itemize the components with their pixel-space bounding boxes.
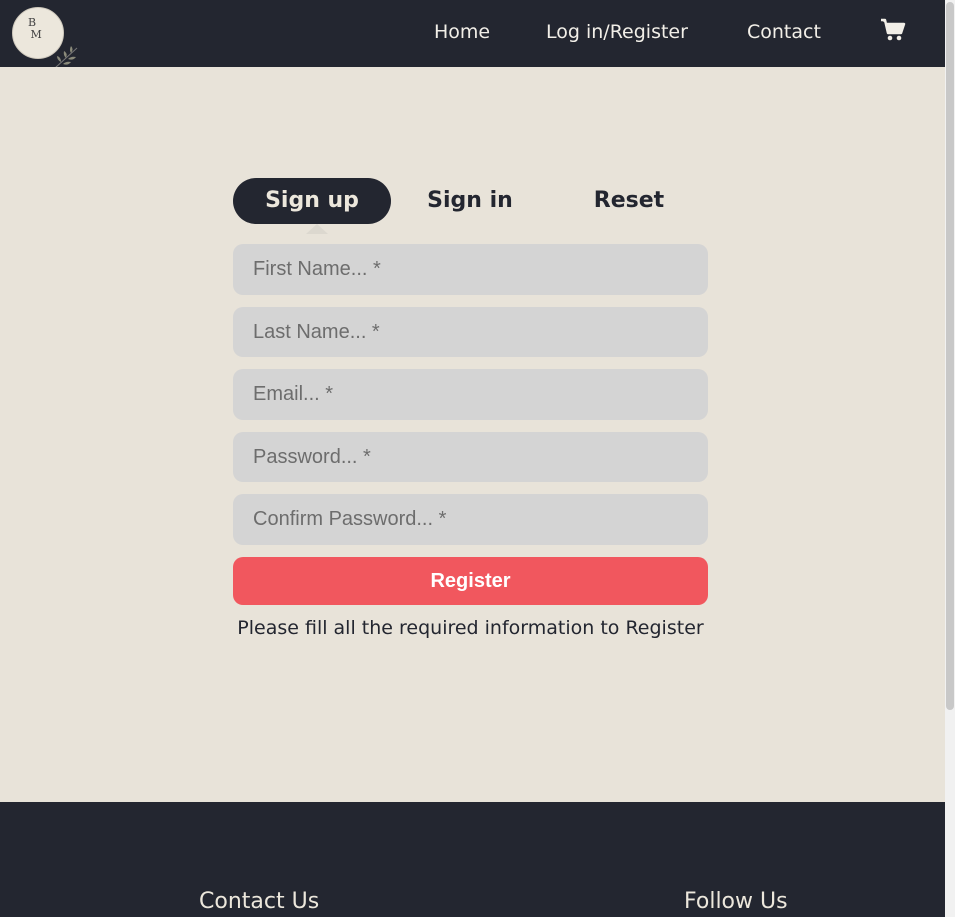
active-tab-pointer xyxy=(306,224,328,234)
tab-reset[interactable]: Reset xyxy=(550,178,708,224)
tab-sign-up[interactable]: Sign up xyxy=(233,178,391,224)
shopping-cart-icon[interactable] xyxy=(880,18,906,42)
email-input[interactable] xyxy=(233,369,708,420)
form-hint-text: Please fill all the required information… xyxy=(237,617,704,639)
nav-login-register-link[interactable]: Log in/Register xyxy=(546,18,688,46)
brand-logo[interactable]: B M xyxy=(12,7,78,69)
tab-sign-in[interactable]: Sign in xyxy=(391,178,549,224)
scrollbar-thumb[interactable] xyxy=(946,2,954,710)
confirm-password-input[interactable] xyxy=(233,494,708,545)
register-button[interactable]: Register xyxy=(233,557,708,605)
first-name-input[interactable] xyxy=(233,244,708,295)
top-navbar: B M Home Log in/Register Contact xyxy=(0,0,945,69)
main-content: Sign up Sign in Reset Register Please fi… xyxy=(0,67,945,802)
nav-home-link[interactable]: Home xyxy=(434,18,490,46)
logo-monogram: B M xyxy=(28,16,42,41)
password-input[interactable] xyxy=(233,432,708,482)
nav-contact-link[interactable]: Contact xyxy=(747,18,821,46)
last-name-input[interactable] xyxy=(233,307,708,357)
footer-follow-heading: Follow Us xyxy=(684,889,788,914)
footer-contact-heading: Contact Us xyxy=(199,889,320,914)
